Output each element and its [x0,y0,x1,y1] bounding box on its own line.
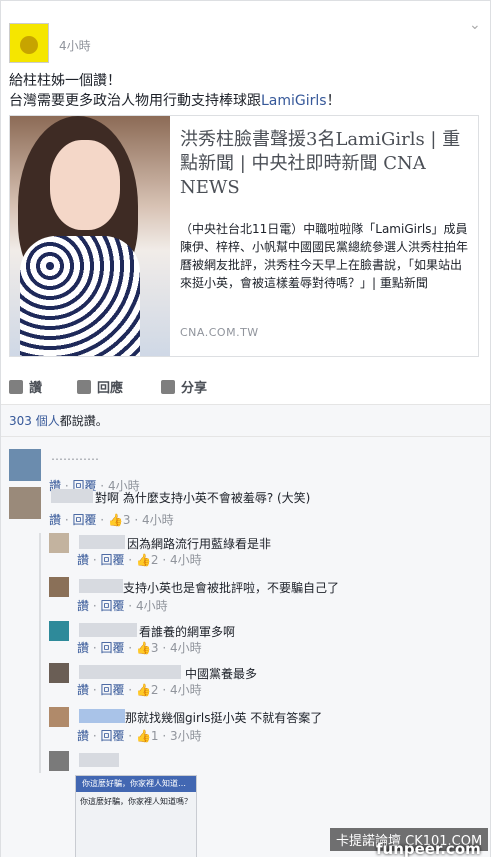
share-icon [161,380,175,394]
commenter-name[interactable] [79,535,125,549]
link-domain: CNA.COM.TW [180,326,259,339]
comment-text: 支持小英也是會被批評啦，不要騙自己了 [123,581,340,595]
commenter-avatar[interactable] [9,487,41,519]
comment-text: 那就找幾個girls挺小英 不就有答案了 [125,711,323,725]
commenter-name[interactable] [51,489,93,503]
screenshot-header: 你這麼好騙，你家裡人知道… [76,776,196,792]
commenter-avatar[interactable] [49,533,69,553]
comment-reply-link[interactable]: 回覆 [100,553,124,567]
thumbs-up-icon: 👍 [135,553,151,567]
comment-reply-link[interactable]: 回覆 [100,729,124,743]
comment-label: 回應 [97,381,124,396]
reply-thread-line [39,533,41,773]
commenter-avatar[interactable] [49,577,69,597]
post-text-line2-suffix: ！ [326,93,341,109]
comment-like-count[interactable]: 2 [151,553,159,567]
comment-item: ………… 讚 · 回覆 · 4小時 [9,449,479,493]
comment-icon [77,380,91,394]
comments-section: ………… 讚 · 回覆 · 4小時 對啊 為什麼支持小英不會被羞辱? (大笑) … [1,437,490,857]
share-button[interactable]: 分享 [161,377,207,396]
comment-like-count[interactable]: 2 [151,683,159,697]
comment-time[interactable]: 4小時 [170,553,202,567]
link-thumbnail[interactable] [10,116,170,356]
commenter-name[interactable] [79,665,181,679]
commenter-avatar[interactable] [49,707,69,727]
commenter-name[interactable]: ………… [51,449,99,463]
post-timestamp[interactable]: 4小時 [59,37,91,54]
comment-meta: 讚 · 回覆 · 👍2 · 4小時 [77,553,202,567]
like-button[interactable]: 讚 [9,377,42,396]
post-text-line2: 台灣需要更多政治人物用行動支持棒球跟LamiGirls！ [9,91,341,111]
shared-link-card[interactable]: 洪秀柱臉書聲援3名LamiGirls | 重點新聞 | 中央社即時新聞 CNA … [9,115,479,357]
commenter-avatar[interactable] [49,663,69,683]
comment-like-link[interactable]: 讚 [77,683,89,697]
author-avatar[interactable] [9,23,49,63]
comment-like-link[interactable]: 讚 [49,513,61,527]
comment-time[interactable]: 4小時 [142,513,174,527]
link-description: （中央社台北11日電）中職啦啦隊「LamiGirls」成員陳伊、梓梓、小帆幫中國… [180,222,469,290]
chevron-down-icon[interactable]: ⌄ [469,17,481,33]
comment-text: 對啊 為什麼支持小英不會被羞辱? (大笑) [95,491,311,505]
commenter-name[interactable] [79,753,119,767]
thumbs-up-icon: 👍 [135,729,151,743]
reply-item: 看誰養的網軍多啊 讚 · 回覆 · 👍3 · 4小時 [49,621,479,657]
likes-count[interactable]: 303 個人 [9,414,60,428]
thumbs-up-icon: 👍 [107,513,123,527]
comment-meta: 讚 · 回覆 · 👍2 · 4小時 [77,683,202,697]
likes-summary: 303 個人都說讚。 [1,405,490,437]
comment-reply-link[interactable]: 回覆 [72,513,96,527]
like-label: 讚 [29,381,43,396]
comment-attached-screenshot[interactable]: 你這麼好騙，你家裡人知道… 你這麼好騙，你家裡人知道嗎？ [75,775,197,857]
comment-meta: 讚 · 回覆 · 4小時 [77,599,168,613]
lamigirls-link[interactable]: LamiGirls [261,93,327,109]
comment-like-count[interactable]: 3 [123,513,131,527]
comment-like-link[interactable]: 讚 [77,729,89,743]
post-text-line2-prefix: 台灣需要更多政治人物用行動支持棒球跟 [9,93,261,109]
comment-like-link[interactable]: 讚 [77,553,89,567]
comment-text: 因為網路流行用藍綠看是非 [127,537,272,551]
thumbs-up-icon [9,380,23,394]
commenter-name[interactable] [79,623,137,637]
post-body: 給柱柱姊一個讚！ 台灣需要更多政治人物用行動支持棒球跟LamiGirls！ [9,71,341,111]
post-text-line1: 給柱柱姊一個讚！ [9,73,121,89]
comment-like-link[interactable]: 讚 [77,599,89,613]
commenter-avatar[interactable] [49,751,69,771]
post-card: 4小時 ⌄ 給柱柱姊一個讚！ 台灣需要更多政治人物用行動支持棒球跟LamiGir… [0,0,491,857]
comment-text: 中國黨養最多 [185,667,258,681]
comment-reply-link[interactable]: 回覆 [100,683,124,697]
reply-item: 中國黨養最多 讚 · 回覆 · 👍2 · 4小時 [49,663,479,699]
comment-text: 看誰養的網軍多啊 [139,625,236,639]
comment-time[interactable]: 4小時 [136,599,168,613]
link-title[interactable]: 洪秀柱臉書聲援3名LamiGirls | 重點新聞 | 中央社即時新聞 CNA … [180,128,472,200]
commenter-name[interactable] [79,579,123,593]
comment-time[interactable]: 4小時 [170,641,202,655]
comment-reply-link[interactable]: 回覆 [100,599,124,613]
comment-time[interactable]: 4小時 [170,683,202,697]
comment-button[interactable]: 回應 [77,377,123,396]
comment-time[interactable]: 3小時 [170,729,202,743]
post-header: 4小時 ⌄ [9,17,481,63]
screenshot-question: 你這麼好騙，你家裡人知道嗎？ [80,797,192,806]
share-label: 分享 [181,381,208,396]
reply-item: 那就找幾個girls挺小英 不就有答案了 讚 · 回覆 · 👍1 · 3小時 [49,707,479,743]
watermark-bottom: funpeer.com [376,840,481,857]
likes-suffix: 都說讚。 [59,414,108,428]
commenter-avatar[interactable] [9,449,41,481]
reply-item: 支持小英也是會被批評啦，不要騙自己了 讚 · 回覆 · 4小時 [49,577,479,613]
comment-like-count[interactable]: 1 [151,729,159,743]
commenter-avatar[interactable] [49,621,69,641]
commenter-name[interactable] [79,709,125,723]
thumbs-up-icon: 👍 [135,641,151,655]
comment-item: 對啊 為什麼支持小英不會被羞辱? (大笑) 讚 · 回覆 · 👍3 · 4小時 [9,487,479,531]
comment-like-count[interactable]: 3 [151,641,159,655]
comment-reply-link[interactable]: 回覆 [100,641,124,655]
comment-meta: 讚 · 回覆 · 👍3 · 4小時 [77,641,202,655]
comment-meta: 讚 · 回覆 · 👍1 · 3小時 [77,729,202,743]
thumbs-up-icon: 👍 [135,683,151,697]
action-bar: 讚 回應 分享 [1,365,490,405]
reply-item: 因為網路流行用藍綠看是非 讚 · 回覆 · 👍2 · 4小時 [49,533,479,569]
comment-like-link[interactable]: 讚 [77,641,89,655]
comment-meta: 讚 · 回覆 · 👍3 · 4小時 [49,513,174,527]
